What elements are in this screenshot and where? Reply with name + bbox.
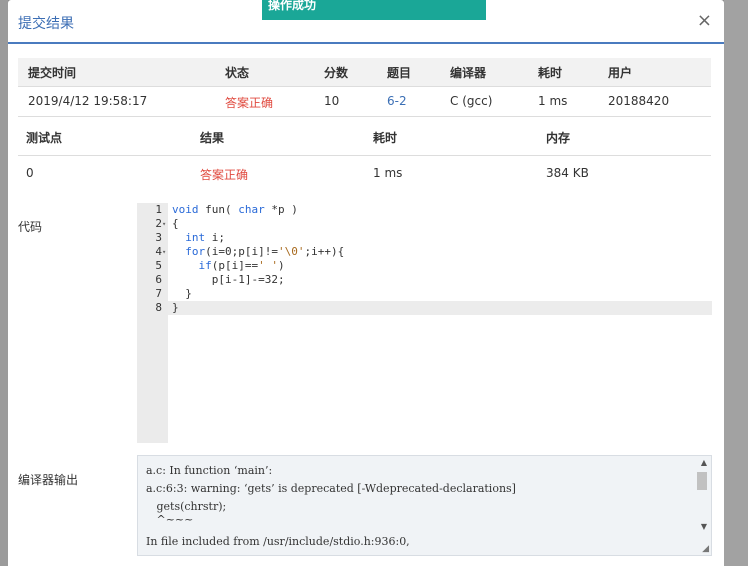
compiler-output-box[interactable]: a.c: In function ‘main’: a.c:6:3: warnin…: [137, 455, 712, 556]
line-number: 7: [155, 287, 162, 300]
code-line: }: [172, 301, 179, 314]
line-number: 1: [155, 203, 162, 216]
modal-title: 提交结果: [18, 16, 74, 32]
code-line: for(i=0;p[i]!='\0';i++){: [185, 245, 345, 258]
tests-row: 0 答案正确 1 ms 384 KB: [18, 155, 711, 191]
col-problem: 题目: [387, 66, 412, 80]
line-number: 8: [155, 301, 162, 314]
line-number: 6: [155, 273, 162, 286]
code-label: 代码: [18, 220, 43, 234]
col-time: 耗时: [538, 66, 563, 80]
scroll-down-icon[interactable]: ▼: [701, 522, 707, 531]
output-line: a.c: In function ‘main’:: [146, 464, 273, 477]
line-number: 4: [155, 245, 162, 258]
elapsed-time: 1 ms: [538, 94, 568, 108]
output-line: gets(chrstr);: [146, 500, 227, 513]
output-line: a.c:6:3: warning: ‘gets’ is deprecated […: [146, 482, 516, 495]
code-line: }: [172, 287, 192, 300]
compiler: C (gcc): [450, 94, 493, 108]
code-line: {: [172, 217, 179, 230]
output-line: In file included from /usr/include/stdio…: [146, 535, 410, 548]
scrollbar-thumb[interactable]: [697, 472, 707, 490]
status-badge: 答案正确: [225, 96, 274, 110]
summary-row: 2019/4/12 19:58:17 答案正确 10 6-2 C (gcc) 1…: [18, 86, 711, 117]
test-memory: 384 KB: [546, 166, 589, 180]
code-editor[interactable]: 1 2 ▾ 3 4 ▾ 5 6 7 8 void fun( char *p ) …: [137, 203, 712, 443]
code-line: void fun( char *p ): [172, 203, 298, 216]
col-result: 结果: [200, 131, 225, 145]
problem-link[interactable]: 6-2: [387, 94, 407, 108]
score: 10: [324, 94, 340, 108]
success-toast: 操作成功: [262, 0, 486, 20]
code-line: p[i-1]-=32;: [172, 273, 285, 286]
test-time: 1 ms: [373, 166, 403, 180]
col-compiler: 编译器: [450, 66, 487, 80]
col-test-point: 测试点: [26, 131, 63, 145]
backdrop: [0, 0, 8, 566]
test-point: 0: [26, 166, 34, 180]
col-score: 分数: [324, 66, 349, 80]
col-test-time: 耗时: [373, 131, 398, 145]
page-scroll-gutter: [724, 0, 748, 566]
code-line: int i;: [185, 231, 225, 244]
col-submit-time: 提交时间: [28, 66, 77, 80]
code-line: if(p[i]==' '): [198, 259, 285, 272]
user: 20188420: [608, 94, 670, 108]
col-status: 状态: [225, 66, 250, 80]
fold-arrow-icon[interactable]: ▾: [162, 220, 166, 228]
line-number: 3: [155, 231, 162, 244]
compiler-output-label: 编译器输出: [18, 473, 79, 487]
summary-header-row: 提交时间 状态 分数 题目 编译器 耗时 用户: [18, 58, 711, 87]
submit-time: 2019/4/12 19:58:17: [28, 94, 148, 108]
tests-header-row: 测试点 结果 耗时 内存: [18, 117, 711, 156]
test-result: 答案正确: [200, 168, 249, 182]
close-icon[interactable]: ×: [697, 10, 712, 31]
output-line: ^~~~: [146, 513, 194, 526]
col-user: 用户: [608, 66, 633, 80]
fold-arrow-icon[interactable]: ▾: [162, 248, 166, 256]
submission-result-modal: 提交结果 × 提交时间 状态 分数 题目 编译器 耗时 用户 2019/4/12…: [8, 0, 724, 566]
resize-handle-icon[interactable]: ◢: [702, 544, 709, 554]
scroll-up-icon[interactable]: ▲: [701, 458, 707, 467]
line-number: 2: [155, 217, 162, 230]
col-memory: 内存: [546, 131, 571, 145]
active-line: [168, 301, 712, 315]
line-number: 5: [155, 259, 162, 272]
